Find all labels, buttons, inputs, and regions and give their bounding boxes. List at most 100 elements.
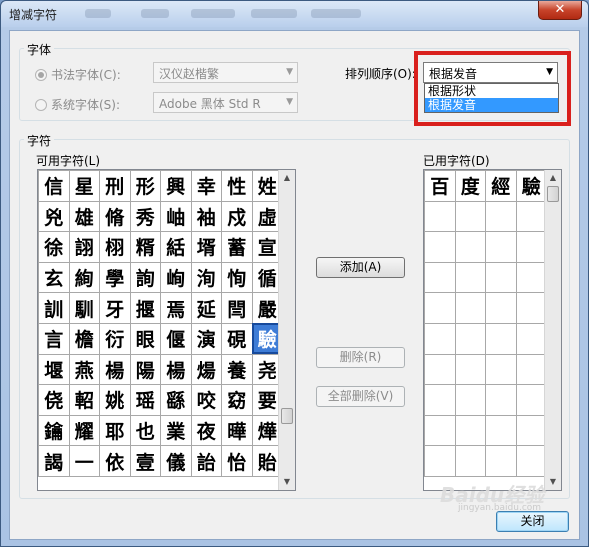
used-char-cell[interactable] (454, 231, 486, 263)
available-char-cell[interactable]: 養 (221, 353, 253, 386)
window-close-button[interactable]: ✕ (538, 1, 582, 20)
calligraphy-font-combo[interactable]: 汉仪赵楷繁 ▼ (153, 62, 298, 83)
available-char-cell[interactable]: 堰 (38, 353, 70, 386)
available-char-cell[interactable]: 壻 (190, 231, 222, 263)
used-char-cell[interactable] (515, 445, 547, 477)
used-char-cell[interactable] (485, 261, 517, 294)
available-char-cell[interactable]: 壹 (129, 445, 161, 477)
available-char-cell[interactable]: 延 (190, 292, 222, 324)
used-chars-scrollbar[interactable]: ▲ ▼ (544, 170, 561, 490)
available-char-cell[interactable]: 夜 (190, 414, 222, 447)
used-char-cell[interactable] (485, 445, 517, 477)
used-char-cell[interactable] (485, 322, 517, 355)
used-char-cell[interactable] (485, 353, 517, 386)
available-char-cell[interactable]: 耶 (99, 414, 131, 447)
available-char-cell[interactable]: 一 (68, 445, 100, 477)
available-char-cell[interactable]: 鑰 (38, 414, 70, 447)
used-char-cell[interactable] (454, 353, 486, 386)
available-char-cell[interactable]: 楊 (160, 353, 192, 386)
used-char-cell[interactable] (454, 200, 486, 233)
available-char-cell[interactable]: 揠 (129, 292, 161, 324)
available-char-cell[interactable]: 繇 (160, 384, 192, 416)
available-char-cell[interactable]: 詡 (68, 231, 100, 263)
available-char-cell[interactable]: 牙 (99, 292, 131, 324)
available-char-cell[interactable]: 信 (38, 170, 70, 202)
used-char-cell[interactable] (515, 261, 547, 294)
used-char-cell[interactable] (485, 384, 517, 416)
available-char-cell[interactable]: 岫 (160, 200, 192, 233)
used-char-cell[interactable] (485, 231, 517, 263)
add-button[interactable]: 添加(A) (316, 257, 405, 278)
available-char-cell[interactable]: 學 (99, 261, 131, 294)
system-font-radio[interactable]: 系统字体(S): (35, 96, 120, 113)
calligraphy-font-radio[interactable]: 书法字体(C): (35, 66, 121, 83)
used-char-cell[interactable] (515, 414, 547, 447)
available-char-cell[interactable]: 煬 (190, 353, 222, 386)
available-char-cell[interactable]: 燕 (68, 353, 100, 386)
available-char-cell[interactable]: 曄 (221, 414, 253, 447)
available-char-cell[interactable]: 玄 (38, 261, 70, 294)
available-chars-grid[interactable]: 信星刑形興幸性姓兇雄脩秀岫袖戍虛徐詡栩糈絬壻蓄宣玄絢學詢峋洵恂循訓馴牙揠焉延閆嚴… (37, 169, 296, 491)
used-char-cell[interactable] (515, 200, 547, 233)
available-char-cell[interactable]: 絬 (160, 231, 192, 263)
used-char-cell[interactable] (515, 322, 547, 355)
available-char-cell[interactable]: 幸 (190, 170, 222, 202)
available-char-cell[interactable]: 陽 (129, 353, 161, 386)
used-char-cell[interactable] (454, 261, 486, 294)
used-char-cell[interactable] (515, 353, 547, 386)
available-char-cell[interactable]: 性 (221, 170, 253, 202)
available-char-cell[interactable]: 軺 (68, 384, 100, 416)
available-char-cell[interactable]: 洵 (190, 261, 222, 294)
available-char-cell[interactable]: 兇 (38, 200, 70, 233)
used-char-cell[interactable]: 驗 (515, 170, 547, 202)
used-char-cell[interactable] (485, 292, 517, 324)
available-char-cell[interactable]: 訓 (38, 292, 70, 324)
title-bar[interactable]: 增减字符 ✕ (1, 1, 588, 27)
scroll-up-icon[interactable]: ▲ (545, 170, 561, 186)
available-char-cell[interactable]: 雄 (68, 200, 100, 233)
available-char-cell[interactable]: 儀 (160, 445, 192, 477)
available-char-cell[interactable]: 窈 (221, 384, 253, 416)
scroll-down-icon[interactable]: ▼ (279, 474, 295, 490)
available-char-cell[interactable]: 徐 (38, 231, 70, 263)
available-char-cell[interactable]: 業 (160, 414, 192, 447)
used-char-cell[interactable] (515, 292, 547, 324)
available-char-cell[interactable]: 依 (99, 445, 131, 477)
available-char-cell[interactable]: 焉 (160, 292, 192, 324)
available-char-cell[interactable]: 詢 (129, 261, 161, 294)
used-char-cell[interactable] (454, 292, 486, 324)
available-char-cell[interactable]: 怡 (221, 445, 253, 477)
used-char-cell[interactable] (424, 322, 456, 355)
available-char-cell[interactable]: 硯 (221, 322, 253, 355)
available-char-cell[interactable]: 恂 (221, 261, 253, 294)
scroll-up-icon[interactable]: ▲ (279, 170, 295, 186)
available-char-cell[interactable]: 糈 (129, 231, 161, 263)
available-char-cell[interactable]: 瑶 (129, 384, 161, 416)
system-font-combo[interactable]: Adobe 黑体 Std R ▼ (153, 92, 298, 113)
available-char-cell[interactable]: 峋 (160, 261, 192, 294)
available-char-cell[interactable]: 楊 (99, 353, 131, 386)
used-char-cell[interactable] (454, 322, 486, 355)
delete-all-button[interactable]: 全部删除(V) (316, 386, 405, 407)
available-char-cell[interactable]: 咬 (190, 384, 222, 416)
available-char-cell[interactable]: 姚 (99, 384, 131, 416)
used-char-cell[interactable]: 度 (454, 170, 486, 202)
available-char-cell[interactable]: 袖 (190, 200, 222, 233)
available-char-cell[interactable]: 詒 (190, 445, 222, 477)
available-char-cell[interactable]: 形 (129, 170, 161, 202)
available-char-cell[interactable]: 眼 (129, 322, 161, 355)
scroll-thumb[interactable] (547, 186, 559, 202)
used-char-cell[interactable] (454, 414, 486, 447)
used-char-cell[interactable] (515, 384, 547, 416)
available-char-cell[interactable]: 戍 (221, 200, 253, 233)
available-chars-scrollbar[interactable]: ▲ ▼ (278, 170, 295, 490)
used-char-cell[interactable] (424, 353, 456, 386)
used-char-cell[interactable] (454, 384, 486, 416)
used-char-cell[interactable]: 百 (424, 170, 456, 202)
used-char-cell[interactable] (454, 445, 486, 477)
available-char-cell[interactable]: 蓄 (221, 231, 253, 263)
available-char-cell[interactable]: 偃 (160, 322, 192, 355)
available-char-cell[interactable]: 侥 (38, 384, 70, 416)
used-char-cell[interactable] (424, 261, 456, 294)
available-char-cell[interactable]: 脩 (99, 200, 131, 233)
